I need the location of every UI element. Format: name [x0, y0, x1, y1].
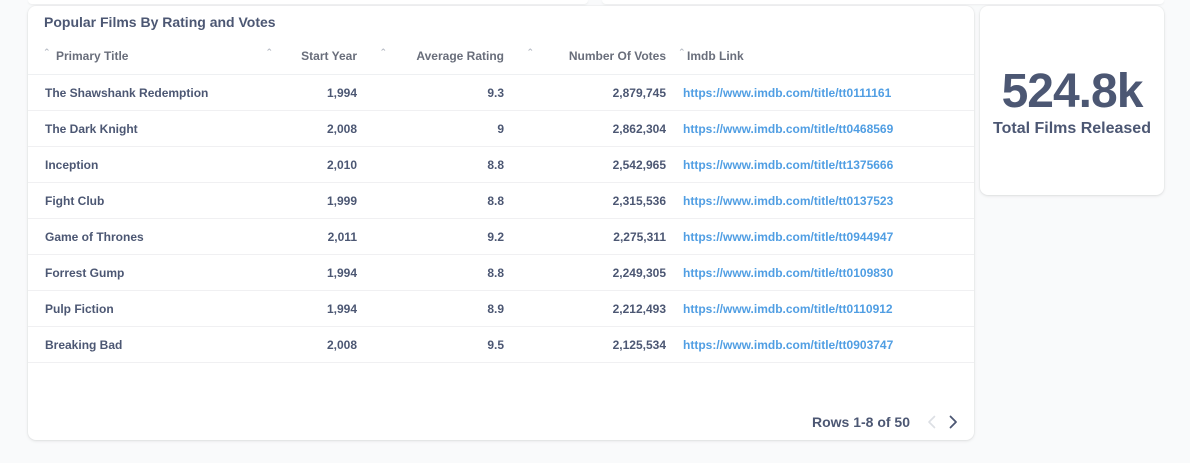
cell-average-rating: 8.8	[357, 254, 504, 291]
table-row[interactable]: Fight Club 1,999 8.8 2,315,536 https://w…	[28, 182, 974, 219]
cell-number-of-votes: 2,879,745	[504, 74, 666, 111]
chevron-right-icon	[949, 415, 957, 429]
table-header-row: ⌃ Primary Title ⌃ Start Year ⌃ Average R…	[28, 38, 974, 75]
table-row[interactable]: The Shawshank Redemption 1,994 9.3 2,879…	[28, 74, 974, 111]
column-header-spacer	[878, 38, 974, 75]
cell-average-rating: 8.8	[357, 182, 504, 219]
cell-number-of-votes: 2,275,311	[504, 218, 666, 255]
cell-imdb-link: https://www.imdb.com/title/tt0110912	[666, 290, 893, 327]
cell-imdb-link: https://www.imdb.com/title/tt0903747	[666, 326, 893, 363]
cell-primary-title: Inception	[28, 146, 273, 183]
cell-average-rating: 9.5	[357, 326, 504, 363]
sort-icon: ⌃	[678, 47, 686, 57]
cell-number-of-votes: 2,315,536	[504, 182, 666, 219]
table-row[interactable]: Forrest Gump 1,994 8.8 2,249,305 https:/…	[28, 254, 974, 291]
next-page-button[interactable]	[946, 413, 960, 431]
films-table: ⌃ Primary Title ⌃ Start Year ⌃ Average R…	[28, 38, 974, 363]
table-row[interactable]: Pulp Fiction 1,994 8.9 2,212,493 https:/…	[28, 290, 974, 327]
column-header-label: Start Year	[301, 49, 357, 63]
table-row[interactable]: Game of Thrones 2,011 9.2 2,275,311 http…	[28, 218, 974, 255]
cell-number-of-votes: 2,212,493	[504, 290, 666, 327]
table-row[interactable]: Breaking Bad 2,008 9.5 2,125,534 https:/…	[28, 326, 974, 363]
cell-average-rating: 8.9	[357, 290, 504, 327]
rows-count-label: Rows 1-8 of 50	[811, 414, 910, 430]
chevron-left-icon	[927, 415, 935, 429]
cell-start-year: 2,008	[273, 326, 357, 363]
table-row[interactable]: The Dark Knight 2,008 9 2,862,304 https:…	[28, 110, 974, 147]
cell-imdb-link: https://www.imdb.com/title/tt1375666	[666, 146, 893, 183]
cell-number-of-votes: 2,862,304	[504, 110, 666, 147]
column-header-label: Number Of Votes	[568, 49, 666, 63]
column-header-imdb-link[interactable]: ⌃ Imdb Link	[666, 38, 878, 75]
cell-average-rating: 9.2	[357, 218, 504, 255]
imdb-link[interactable]: https://www.imdb.com/title/tt1375666	[683, 158, 893, 172]
table-row[interactable]: Inception 2,010 8.8 2,542,965 https://ww…	[28, 146, 974, 183]
card-edge-top-right	[602, 0, 1164, 4]
cell-start-year: 1,994	[273, 74, 357, 111]
cell-start-year: 2,010	[273, 146, 357, 183]
cell-start-year: 1,994	[273, 290, 357, 327]
imdb-link[interactable]: https://www.imdb.com/title/tt0468569	[683, 122, 893, 136]
scalar-value: 524.8k	[1001, 65, 1144, 118]
cell-start-year: 2,011	[273, 218, 357, 255]
cell-number-of-votes: 2,249,305	[504, 254, 666, 291]
imdb-link[interactable]: https://www.imdb.com/title/tt0137523	[683, 194, 893, 208]
cell-imdb-link: https://www.imdb.com/title/tt0109830	[666, 254, 893, 291]
imdb-link[interactable]: https://www.imdb.com/title/tt0111161	[683, 86, 891, 100]
cell-number-of-votes: 2,542,965	[504, 146, 666, 183]
imdb-link[interactable]: https://www.imdb.com/title/tt0944947	[683, 230, 893, 244]
card-title[interactable]: Popular Films By Rating and Votes	[44, 14, 276, 30]
cell-imdb-link: https://www.imdb.com/title/tt0944947	[666, 218, 893, 255]
cell-average-rating: 9	[357, 110, 504, 147]
cell-primary-title: Pulp Fiction	[28, 290, 273, 327]
cell-primary-title: The Dark Knight	[28, 110, 273, 147]
scalar-label[interactable]: Total Films Released	[980, 120, 1164, 138]
column-header-start-year[interactable]: Start Year ⌃	[273, 38, 387, 75]
column-header-label: Average Rating	[416, 49, 504, 63]
cell-average-rating: 8.8	[357, 146, 504, 183]
scalar-card: 524.8k Total Films Released	[980, 6, 1164, 195]
cell-average-rating: 9.3	[357, 74, 504, 111]
imdb-link[interactable]: https://www.imdb.com/title/tt0110912	[683, 302, 893, 316]
previous-page-button[interactable]	[924, 413, 938, 431]
cell-imdb-link: https://www.imdb.com/title/tt0468569	[666, 110, 893, 147]
cell-imdb-link: https://www.imdb.com/title/tt0111161	[666, 74, 891, 111]
imdb-link[interactable]: https://www.imdb.com/title/tt0903747	[683, 338, 893, 352]
imdb-link[interactable]: https://www.imdb.com/title/tt0109830	[683, 266, 893, 280]
cell-primary-title: Breaking Bad	[28, 326, 273, 363]
cell-start-year: 1,999	[273, 182, 357, 219]
cell-primary-title: Fight Club	[28, 182, 273, 219]
cell-imdb-link: https://www.imdb.com/title/tt0137523	[666, 182, 893, 219]
cell-number-of-votes: 2,125,534	[504, 326, 666, 363]
column-header-label: Primary Title	[56, 49, 129, 63]
table-pagination: Rows 1-8 of 50	[812, 413, 960, 431]
sort-icon: ⌃	[265, 47, 273, 57]
card-edge-top-left	[28, 0, 588, 4]
cell-primary-title: Forrest Gump	[28, 254, 273, 291]
cell-spacer	[878, 74, 974, 111]
table-card: Popular Films By Rating and Votes ⌃ Prim…	[28, 6, 974, 440]
column-header-primary-title[interactable]: ⌃ Primary Title ⌃	[28, 38, 273, 75]
cell-start-year: 1,994	[273, 254, 357, 291]
column-header-label: Imdb Link	[687, 49, 744, 63]
cell-primary-title: Game of Thrones	[28, 218, 273, 255]
cell-start-year: 2,008	[273, 110, 357, 147]
sort-icon: ⌃	[43, 47, 51, 57]
cell-primary-title: The Shawshank Redemption	[28, 74, 273, 111]
column-header-average-rating[interactable]: Average Rating ⌃	[357, 38, 534, 75]
column-header-number-of-votes[interactable]: Number Of Votes	[504, 38, 666, 75]
